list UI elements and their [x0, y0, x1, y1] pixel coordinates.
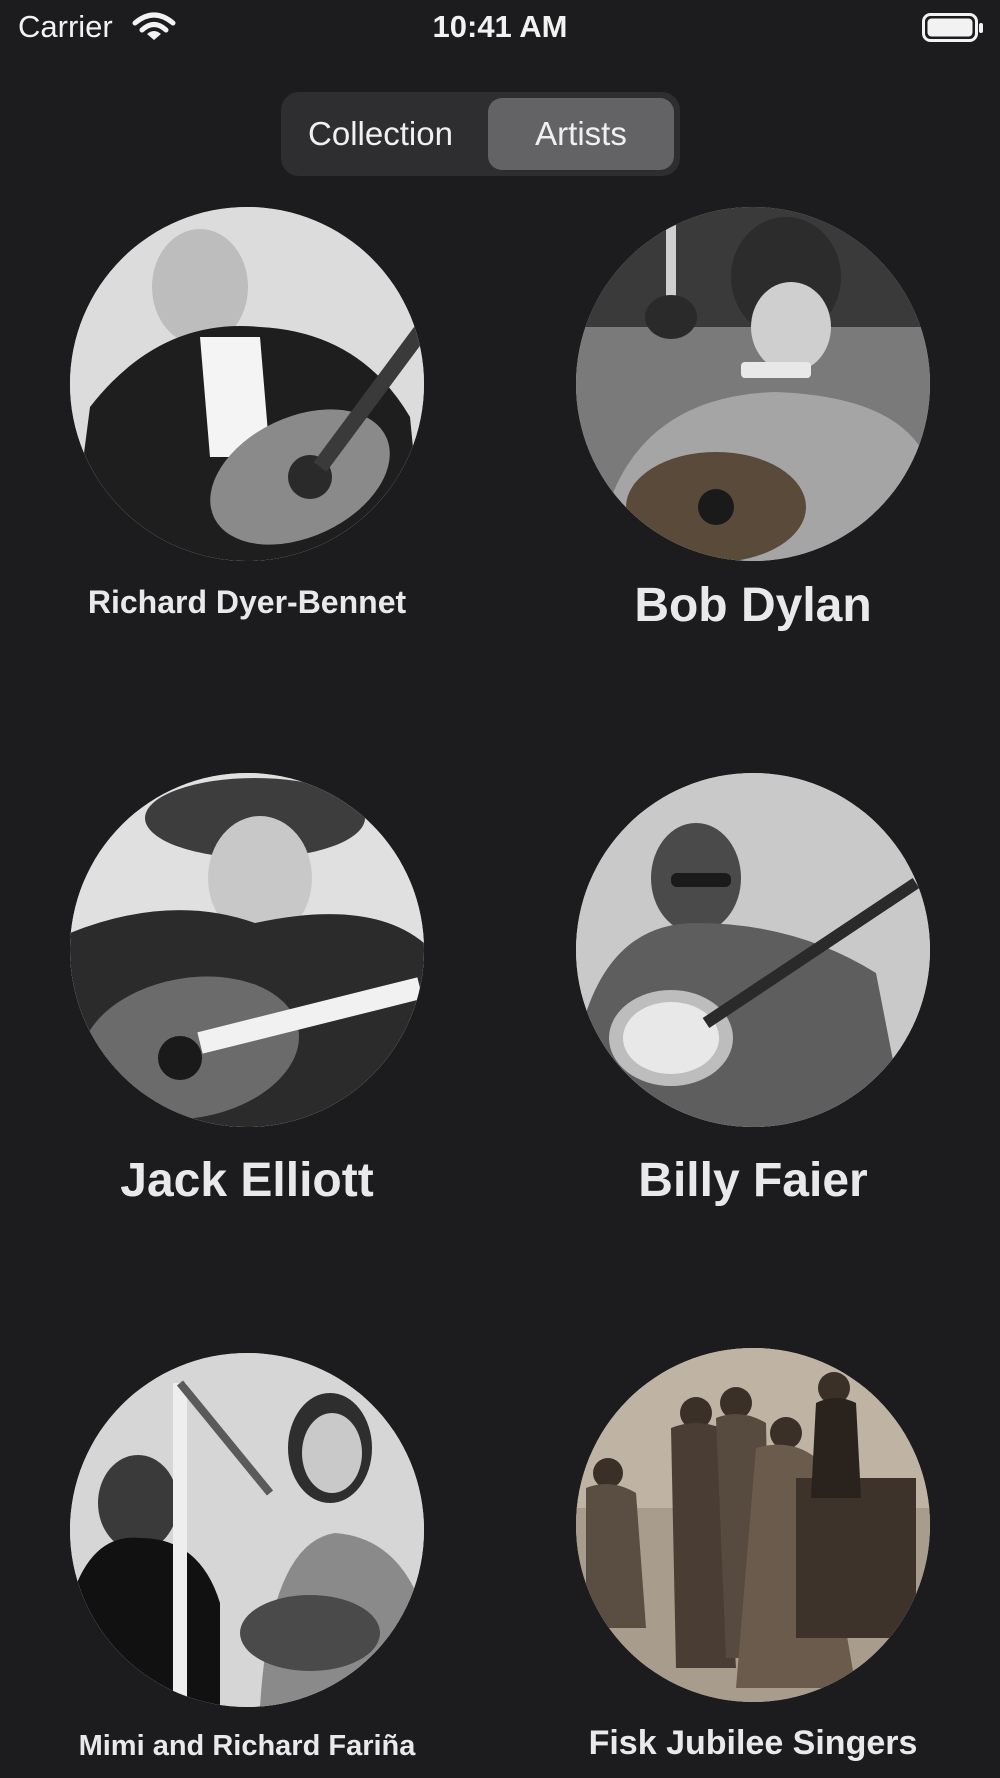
artist-name: Richard Dyer-Bennet	[87, 584, 407, 620]
artist-photo	[576, 1348, 930, 1702]
artist-grid: Richard Dyer-Bennet Bob Dylan Jack Ellio…	[0, 0, 1000, 1778]
artist-name: Fisk Jubilee Singers	[588, 1724, 918, 1762]
artist-photo	[70, 207, 424, 561]
artist-name: Mimi and Richard Fariña	[78, 1730, 416, 1762]
artist-name: Billy Faier	[638, 1154, 868, 1207]
artist-photo	[70, 773, 424, 1127]
artist-photo	[576, 773, 930, 1127]
artist-photo	[576, 207, 930, 561]
artist-name: Bob Dylan	[634, 579, 872, 632]
artist-photo	[70, 1353, 424, 1707]
artist-name: Jack Elliott	[120, 1154, 374, 1207]
